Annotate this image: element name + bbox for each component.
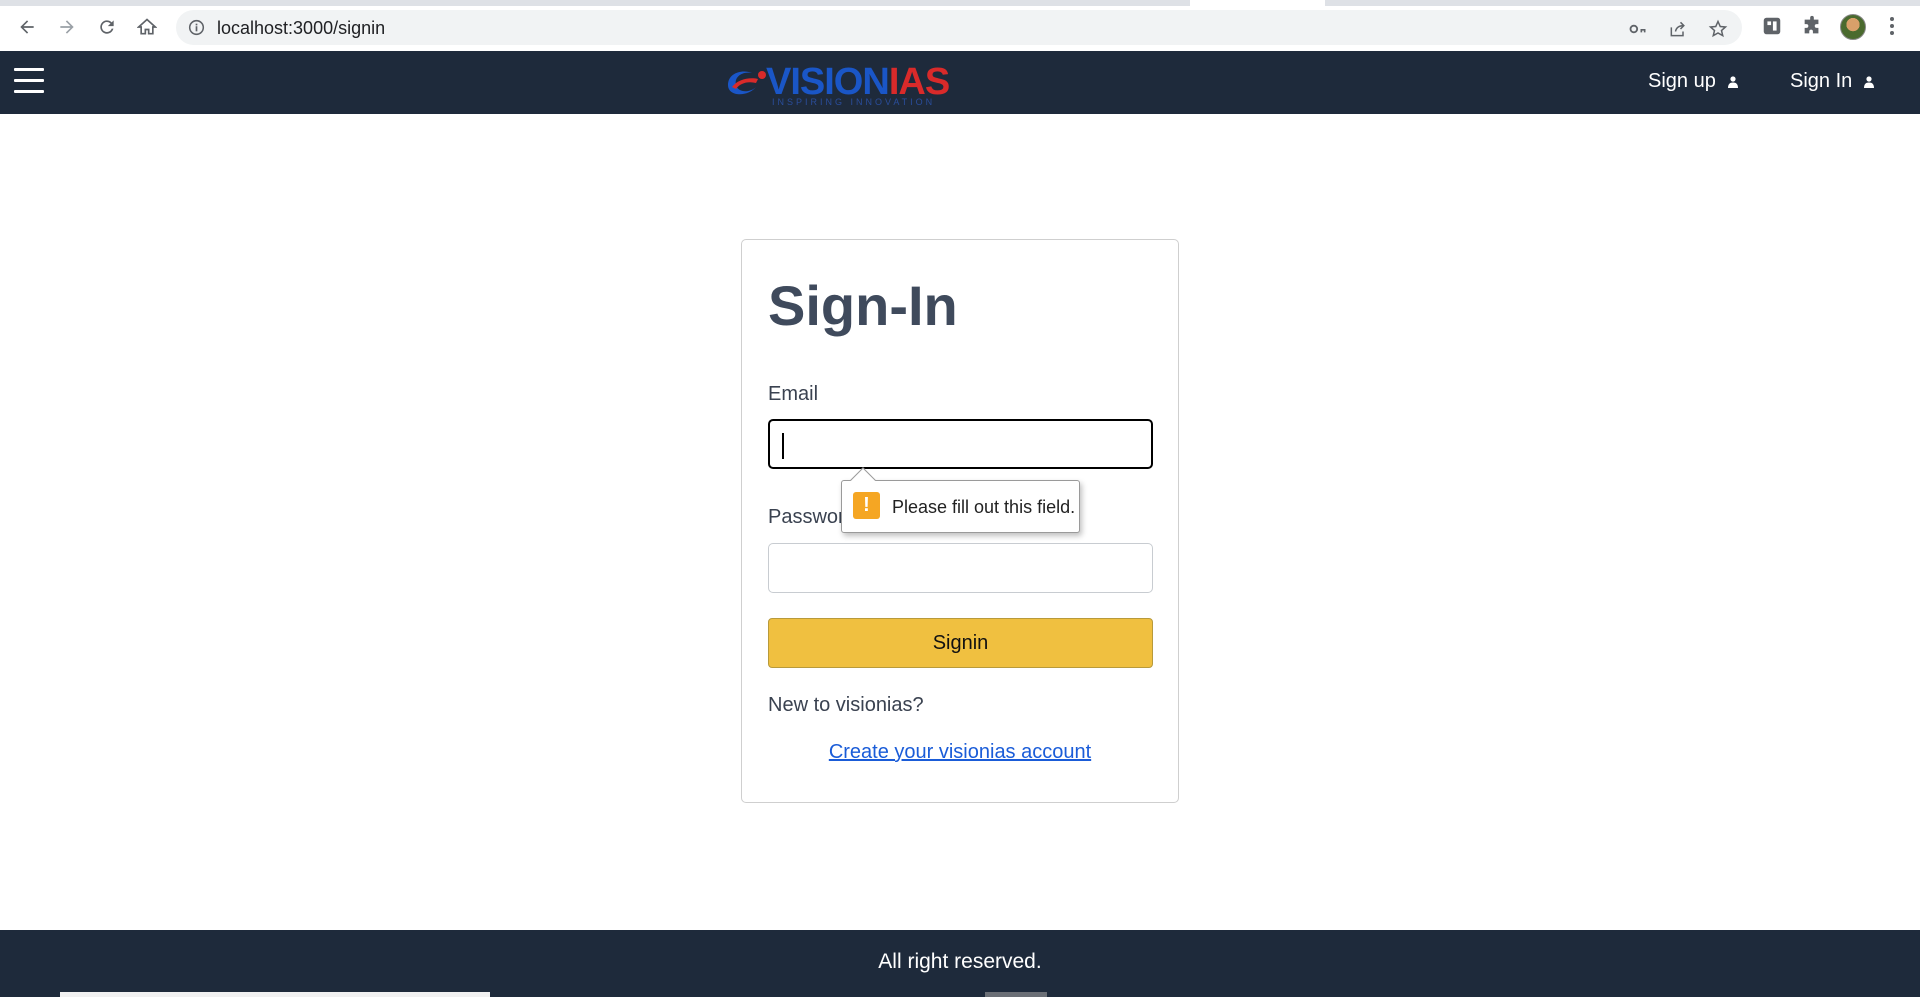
reload-icon[interactable]	[92, 12, 122, 42]
active-tab-edge[interactable]	[1190, 0, 1325, 6]
email-field[interactable]	[768, 419, 1153, 469]
signin-label: Sign In	[1790, 70, 1853, 92]
info-icon[interactable]	[188, 19, 205, 36]
signup-label: Sign up	[1648, 70, 1716, 92]
logo-swoosh-icon	[728, 71, 766, 95]
forward-arrow-icon[interactable]	[52, 12, 82, 42]
url-text[interactable]: localhost:3000/signin	[217, 18, 385, 39]
tab-strip	[0, 0, 1920, 6]
signup-nav-link[interactable]: Sign up	[1648, 70, 1738, 93]
horizontal-scrollbar[interactable]	[60, 992, 490, 997]
puzzle-icon[interactable]	[1801, 15, 1823, 37]
home-icon[interactable]	[132, 12, 162, 42]
page-footer: All right reserved.	[0, 930, 1920, 997]
validation-message: Please fill out this field.	[892, 497, 1076, 517]
share-icon[interactable]	[1668, 19, 1688, 39]
signin-button[interactable]: Signin	[768, 618, 1153, 668]
signin-nav-link[interactable]: Sign In	[1790, 70, 1875, 93]
page-title: Sign-In	[768, 274, 958, 337]
more-menu-icon[interactable]	[1884, 14, 1900, 38]
text-caret	[782, 433, 784, 459]
footer-text: All right reserved.	[878, 950, 1042, 973]
validation-tooltip: ! Please fill out this field.	[841, 467, 1080, 533]
extension-icon[interactable]	[1761, 15, 1783, 37]
hamburger-menu-icon[interactable]	[14, 68, 44, 98]
key-icon[interactable]	[1628, 19, 1648, 39]
user-icon	[1727, 75, 1738, 88]
profile-avatar[interactable]	[1840, 14, 1866, 40]
email-label: Email	[768, 383, 819, 405]
scrollbar-thumb[interactable]	[985, 992, 1047, 997]
star-icon[interactable]	[1708, 19, 1728, 39]
create-account-link[interactable]: Create your visionias account	[742, 741, 1178, 764]
logo-tagline: INSPIRING INNOVATION	[772, 97, 936, 107]
visionias-logo[interactable]: VISIONIAS INSPIRING INNOVATION	[722, 57, 968, 107]
browser-toolbar: localhost:3000/signin	[0, 0, 1920, 51]
back-arrow-icon[interactable]	[12, 12, 42, 42]
password-field[interactable]	[768, 543, 1153, 593]
new-user-text: New to visionias?	[768, 694, 924, 716]
address-bar[interactable]: localhost:3000/signin	[176, 10, 1742, 45]
user-icon	[1864, 75, 1875, 88]
app-navbar: VISIONIAS INSPIRING INNOVATION Sign up S…	[0, 51, 1920, 114]
warning-icon: !	[853, 492, 880, 519]
